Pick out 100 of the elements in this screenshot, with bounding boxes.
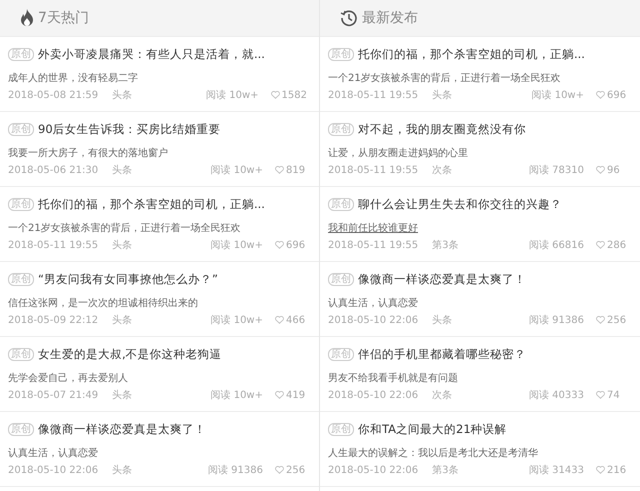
- article-position: 头条: [112, 238, 132, 252]
- like-count: 256: [286, 464, 306, 476]
- heart-icon: [270, 91, 280, 99]
- article-position: 次条: [432, 164, 452, 177]
- like-count: 74: [607, 390, 620, 400]
- original-tag: 原创: [328, 48, 354, 60]
- article-card[interactable]: 原创 伴侣的手机里都藏着哪些秘密？ 男友不给我看手机就是有问题 2018-05-10 22:06 次条 阅读 40333 74: [320, 337, 640, 412]
- original-tag: 原创: [8, 272, 34, 286]
- original-tag: 原创: [8, 48, 34, 60]
- heart-icon: [275, 316, 284, 324]
- like-count: 96: [607, 164, 620, 176]
- history-clock-icon: [340, 9, 358, 27]
- original-tag: 原创: [328, 198, 354, 210]
- read-count: 阅读 66816: [529, 238, 584, 252]
- article-title: 女生爱的是大叔,不是你这种老狗逼: [38, 346, 222, 362]
- article-card[interactable]: 原创 90后女生告诉我：买房比结婚重要 我要一所大房子，有很大的落地窗户 2018-05-06 21:30 头条 阅读 10w+ 819: [0, 112, 319, 187]
- heart-icon: [596, 316, 605, 324]
- article-summary: 人生最大的误解之：我以后是考北大还是考清华: [328, 448, 538, 459]
- article-title: “男友问我有女同事撩他怎么办？”: [38, 272, 218, 286]
- like-count: 696: [286, 240, 306, 250]
- read-count: 阅读 78310: [529, 164, 584, 177]
- read-count: 阅读 91386: [529, 314, 584, 327]
- publish-date: 2018-05-10 22:06: [328, 390, 418, 400]
- article-card[interactable]: 原创 像微商一样谈恋爱真是太爽了！ 认真生活，认真恋爱 2018-05-10 22:06 头条 阅读 91386 256: [320, 262, 640, 337]
- publish-date: 2018-05-07 21:49: [8, 390, 98, 400]
- article-title: 聊什么会让男生失去和你交往的兴趣？: [358, 196, 562, 212]
- article-card[interactable]: 原创 像微商一样谈恋爱真是太爽了！ 认真生活，认真恋爱 2018-05-10 22:06 头条 阅读 91386 256: [0, 412, 319, 487]
- article-title: 伴侣的手机里都藏着哪些秘密？: [358, 346, 526, 362]
- read-count: 阅读 10w+: [210, 314, 263, 327]
- article-title: 像微商一样谈恋爱真是太爽了！: [38, 422, 206, 436]
- article-position: 头条: [112, 464, 132, 477]
- like-count: 256: [607, 314, 626, 326]
- article-summary-link: 我和前任比较谁更好: [328, 223, 418, 234]
- heart-icon: [275, 466, 284, 474]
- article-card[interactable]: 原创 托你们的福，那个杀害空姐的司机，正躺... 一个21岁女孩被杀害的背后，正进行着一场全民狂欢 2018-05-11 19:55 头条 阅读 10w+ 696: [0, 187, 319, 262]
- heart-icon: [275, 391, 284, 399]
- article-position: 头条: [112, 88, 132, 102]
- article-position: 第3条: [432, 239, 458, 252]
- publish-date: 2018-05-06 21:30: [8, 164, 98, 176]
- original-tag: 原创: [328, 272, 354, 286]
- read-count: 阅读 10w+: [206, 88, 259, 102]
- original-tag: 原创: [8, 198, 34, 210]
- like-count: 286: [607, 240, 626, 250]
- article-position: 头条: [112, 388, 132, 402]
- article-summary: 一个21岁女孩被杀害的背后，正进行着一场全民狂欢: [328, 73, 561, 84]
- heart-icon: [275, 241, 284, 249]
- read-count: 阅读 10w+: [210, 164, 263, 177]
- article-position: 次条: [432, 389, 452, 402]
- article-card[interactable]: 原创 对不起，我的朋友圈竟然没有你 让爱，从朋友圈走进妈妈的心里 2018-05-11 19:55 次条 阅读 78310 96: [320, 112, 640, 187]
- article-title: 托你们的福，那个杀害空姐的司机，正躺...: [358, 46, 585, 62]
- read-count: 阅读 10w+: [532, 88, 584, 102]
- article-position: 头条: [112, 314, 132, 327]
- original-tag: 原创: [8, 348, 34, 360]
- article-summary: 成年人的世界，没有轻易二字: [8, 73, 138, 84]
- original-tag: 原创: [328, 122, 354, 136]
- read-count: 阅读 91386: [208, 464, 263, 477]
- article-position: 头条: [112, 164, 132, 177]
- publish-date: 2018-05-11 19:55: [328, 240, 418, 250]
- flame-icon: [20, 9, 34, 27]
- article-card[interactable]: 原创 你和TA之间最大的21种误解 人生最大的误解之：我以后是考北大还是考清华 2018-05-10 22:06 第3条 阅读 31433 216: [320, 412, 640, 487]
- like-count: 216: [607, 464, 626, 476]
- article-card[interactable]: 原创 托你们的福，那个杀害空姐的司机，正躺... 一个21岁女孩被杀害的背后，正进行着一场全民狂欢 2018-05-11 19:55 头条 阅读 10w+ 696: [320, 37, 640, 112]
- heart-icon: [275, 166, 284, 174]
- publish-date: 2018-05-10 22:06: [328, 314, 418, 326]
- article-position: 第3条: [432, 464, 458, 477]
- publish-date: 2018-05-11 19:55: [328, 164, 418, 176]
- like-count: 696: [607, 90, 626, 100]
- read-count: 阅读 10w+: [210, 238, 263, 252]
- original-tag: 原创: [328, 348, 354, 360]
- article-title: 托你们的福，那个杀害空姐的司机，正躺...: [38, 196, 265, 212]
- article-title: 外卖小哥凌晨痛哭：有些人只是活着，就...: [38, 46, 265, 62]
- publish-date: 2018-05-11 19:55: [328, 90, 418, 100]
- article-title: 90后女生告诉我：买房比结婚重要: [38, 122, 221, 136]
- original-tag: 原创: [8, 122, 34, 136]
- like-count: 466: [286, 314, 306, 326]
- article-card[interactable]: 原创 “男友问我有女同事撩他怎么办？” 信任这张网，是一次次的坦诚相待织出来的 2018-05-09 22:12 头条 阅读 10w+ 466: [0, 262, 319, 337]
- article-position: 头条: [432, 314, 452, 327]
- article-summary: 认真生活，认真恋爱: [328, 298, 418, 309]
- article-title: 对不起，我的朋友圈竟然没有你: [358, 122, 526, 136]
- publish-date: 2018-05-11 19:55: [8, 240, 98, 250]
- article-summary: 让爱，从朋友圈走进妈妈的心里: [328, 148, 468, 159]
- article-title: 你和TA之间最大的21种误解: [358, 422, 507, 436]
- article-summary: 先学会爱自己，再去爱别人: [8, 373, 128, 384]
- like-count: 1582: [282, 90, 307, 100]
- panel-title: 最新发布: [362, 9, 418, 27]
- article-card[interactable]: 原创 外卖小哥凌晨痛哭：有些人只是活着，就... 成年人的世界，没有轻易二字 2018-05-08 21:59 头条 阅读 10w+ 1582: [0, 37, 319, 112]
- article-card[interactable]: 原创 女生爱的是大叔,不是你这种老狗逼 先学会爱自己，再去爱别人 2018-05-07 21:49 头条 阅读 10w+ 419: [0, 337, 319, 412]
- article-position: 头条: [432, 88, 452, 102]
- read-count: 阅读 31433: [529, 464, 584, 477]
- read-count: 阅读 10w+: [210, 388, 263, 402]
- article-summary: 一个21岁女孩被杀害的背后，正进行着一场全民狂欢: [8, 223, 241, 234]
- article-card[interactable]: 原创 聊什么会让男生失去和你交往的兴趣？ 我和前任比较谁更好 2018-05-11 19:55 第3条 阅读 66816 286: [320, 187, 640, 262]
- read-count: 阅读 40333: [529, 388, 584, 402]
- publish-date: 2018-05-08 21:59: [8, 90, 98, 100]
- like-count: 819: [286, 164, 306, 176]
- article-summary: 信任这张网，是一次次的坦诚相待织出来的: [8, 298, 198, 309]
- heart-icon: [596, 166, 605, 174]
- heart-icon: [596, 391, 605, 399]
- article-title: 像微商一样谈恋爱真是太爽了！: [358, 272, 526, 286]
- panel-title: 7天热门: [38, 9, 89, 27]
